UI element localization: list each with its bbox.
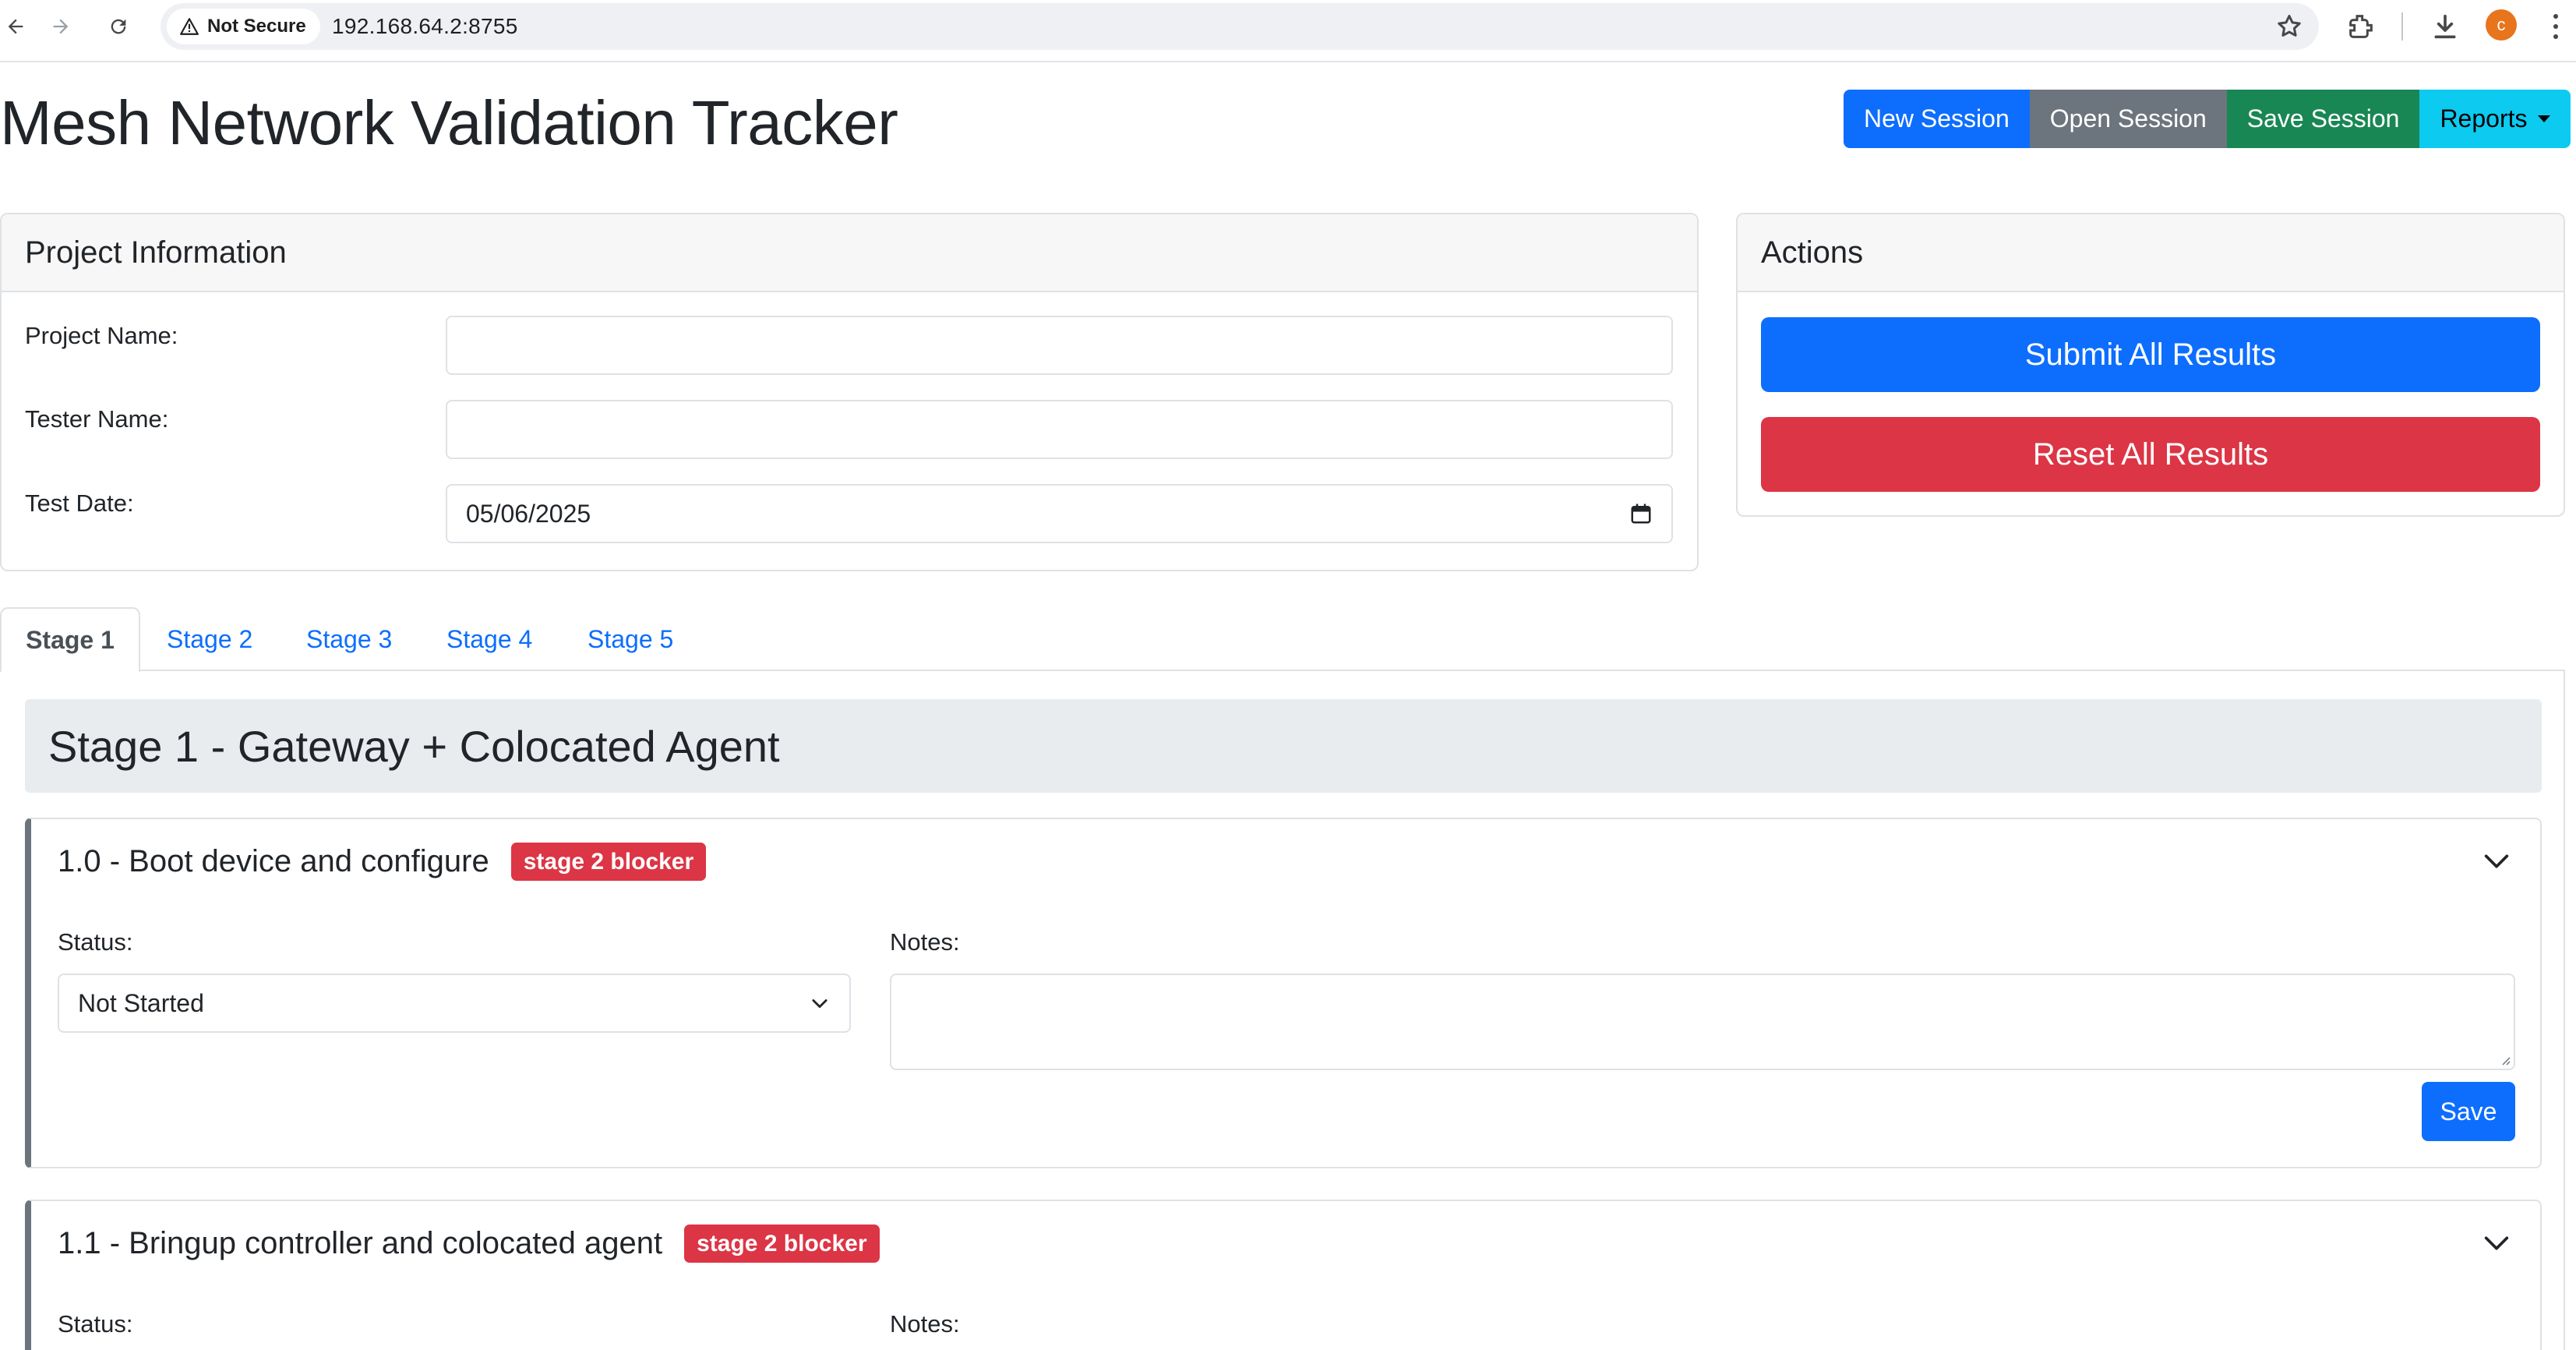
tab-stage-1[interactable]: Stage 1: [0, 607, 140, 673]
test-item: 1.1 - Bringup controller and colocated a…: [25, 1200, 2542, 1350]
test-item: 1.0 - Boot device and configure stage 2 …: [25, 818, 2542, 1168]
warning-icon: [180, 18, 199, 35]
test-item-header[interactable]: 1.0 - Boot device and configure stage 2 …: [58, 843, 707, 881]
project-info-heading: Project Information: [2, 214, 1697, 292]
download-icon[interactable]: [2430, 9, 2461, 44]
notes-label: Notes:: [890, 1310, 960, 1338]
divider: [2401, 9, 2403, 44]
extensions-icon[interactable]: [2345, 9, 2377, 44]
status-label: Status:: [58, 928, 133, 956]
save-button[interactable]: Save: [2422, 1082, 2515, 1141]
reset-all-results-button[interactable]: Reset All Results: [1761, 417, 2540, 492]
tester-name-label: Tester Name:: [25, 405, 169, 433]
chevron-down-icon: [812, 999, 827, 1009]
project-name-input[interactable]: [446, 316, 1673, 375]
actions-card: Actions Submit All Results Reset All Res…: [1736, 213, 2565, 517]
browser-toolbar: Not Secure 192.168.64.2:8755 c: [0, 0, 2576, 62]
submit-all-results-button[interactable]: Submit All Results: [1761, 317, 2540, 392]
project-name-label: Project Name:: [25, 322, 178, 349]
avatar[interactable]: c: [2486, 9, 2517, 41]
resize-grip-icon[interactable]: [2498, 1053, 2511, 1066]
test-date-label: Test Date:: [25, 489, 134, 517]
status-select-value: Not Started: [78, 988, 204, 1017]
stage-title: Stage 1 - Gateway + Colocated Agent: [25, 699, 2542, 793]
test-date-input[interactable]: 05/06/2025: [446, 484, 1673, 543]
project-info-card: Project Information Project Name: Tester…: [0, 213, 1699, 571]
chevron-down-icon[interactable]: [2481, 1228, 2512, 1259]
tab-stage-3[interactable]: Stage 3: [306, 607, 392, 671]
star-icon[interactable]: [2275, 12, 2303, 41]
reports-label: Reports: [2440, 104, 2528, 133]
notes-textarea[interactable]: [890, 974, 2515, 1070]
tab-stage-5[interactable]: Stage 5: [588, 607, 673, 671]
open-session-button[interactable]: Open Session: [2029, 90, 2227, 148]
status-select[interactable]: Not Started: [58, 974, 851, 1033]
forward-arrow-icon[interactable]: [45, 11, 76, 42]
back-arrow-icon[interactable]: [0, 11, 31, 42]
calendar-icon[interactable]: [1629, 502, 1653, 525]
blocker-badge: stage 2 blocker: [510, 843, 707, 881]
dropdown-caret-icon: [2538, 115, 2551, 122]
tab-stage-4[interactable]: Stage 4: [446, 607, 532, 671]
save-session-button[interactable]: Save Session: [2226, 90, 2420, 148]
blocker-badge: stage 2 blocker: [684, 1225, 880, 1263]
test-item-title: 1.1 - Bringup controller and colocated a…: [58, 1226, 663, 1260]
notes-label: Notes:: [890, 928, 960, 956]
status-label: Status:: [58, 1310, 133, 1338]
tester-name-input[interactable]: [446, 400, 1673, 459]
url-text[interactable]: 192.168.64.2:8755: [332, 3, 518, 50]
tab-stage-2[interactable]: Stage 2: [167, 607, 252, 671]
address-bar[interactable]: Not Secure 192.168.64.2:8755: [161, 3, 2319, 50]
reload-icon[interactable]: [103, 11, 134, 42]
test-item-title: 1.0 - Boot device and configure: [58, 844, 489, 878]
tab-pane-border: [2564, 671, 2565, 1350]
test-date-value: 05/06/2025: [466, 499, 591, 528]
test-item-header[interactable]: 1.1 - Bringup controller and colocated a…: [58, 1225, 880, 1263]
session-button-group: New Session Open Session Save Session Re…: [1844, 90, 2571, 148]
security-label: Not Secure: [207, 16, 306, 37]
menu-kebab-icon[interactable]: [2548, 11, 2564, 42]
stage-tabs: Stage 1 Stage 2 Stage 3 Stage 4 Stage 5: [0, 607, 2565, 673]
actions-heading: Actions: [1738, 214, 2564, 292]
security-chip[interactable]: Not Secure: [167, 9, 320, 44]
reports-dropdown-button[interactable]: Reports: [2419, 90, 2571, 148]
chevron-down-icon[interactable]: [2481, 846, 2512, 877]
new-session-button[interactable]: New Session: [1844, 90, 2030, 148]
page-title: Mesh Network Validation Tracker: [0, 88, 898, 157]
